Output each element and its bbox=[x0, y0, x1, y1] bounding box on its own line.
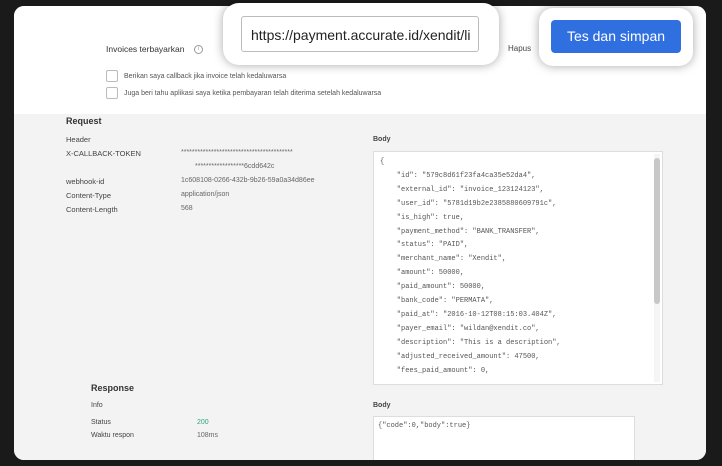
header-value: ****************************************… bbox=[181, 149, 293, 156]
header-key: webhook-id bbox=[66, 177, 105, 186]
request-title: Request bbox=[66, 116, 102, 126]
request-body-label: Body bbox=[373, 136, 391, 143]
header-value: 1c608108-0266-432b-9b26-59a0a34d86ee bbox=[181, 177, 315, 184]
callback-url-input[interactable]: https://payment.accurate.id/xendit/li bbox=[241, 16, 479, 52]
request-body-scrollbar[interactable] bbox=[654, 154, 660, 382]
header-key: X-CALLBACK-TOKEN bbox=[66, 149, 141, 158]
paid-after-expiry-checkbox-row[interactable]: Juga beri tahu aplikasi saya ketika pemb… bbox=[106, 87, 381, 99]
delete-link[interactable]: Hapus bbox=[508, 44, 531, 53]
response-time-key: Waktu respon bbox=[91, 432, 134, 439]
response-body-text: {"code":0,"body":true} bbox=[378, 422, 471, 430]
header-key: Content-Type bbox=[66, 191, 112, 200]
status-key: Status bbox=[91, 419, 111, 426]
invoices-paid-label: Invoices terbayarkan bbox=[106, 44, 185, 54]
response-body-code[interactable]: {"code":0,"body":true} bbox=[373, 416, 635, 460]
header-value: 568 bbox=[181, 205, 193, 212]
header-label: Header bbox=[66, 135, 91, 144]
test-and-save-button[interactable]: Tes dan simpan bbox=[551, 20, 681, 53]
request-body-code[interactable]: { "id": "579c8d61f23fa4ca35e52da4", "ext… bbox=[373, 151, 663, 385]
request-body-text: { "id": "579c8d61f23fa4ca35e52da4", "ext… bbox=[380, 158, 561, 375]
response-body-label: Body bbox=[373, 402, 391, 409]
info-icon[interactable]: i bbox=[194, 45, 203, 54]
header-key: Content-Length bbox=[66, 205, 118, 214]
expired-callback-checkbox-row[interactable]: Berikan saya callback jika invoice telah… bbox=[106, 70, 286, 82]
response-title: Response bbox=[91, 383, 135, 393]
response-info-label: Info bbox=[91, 402, 103, 409]
status-value: 200 bbox=[197, 419, 209, 426]
callback-url-value: https://payment.accurate.id/xendit/li bbox=[251, 27, 471, 43]
response-time-value: 108ms bbox=[197, 432, 219, 439]
header-value-cont: ******************6cdd642c bbox=[195, 163, 275, 170]
save-button-callout: Tes dan simpan bbox=[539, 8, 693, 66]
header-value: application/json bbox=[181, 191, 230, 198]
scrollbar-thumb[interactable] bbox=[654, 158, 660, 304]
url-input-callout: https://payment.accurate.id/xendit/li bbox=[223, 3, 499, 65]
webhook-settings-panel: Invoices terbayarkan i Hapus Berikan say… bbox=[14, 6, 706, 460]
paid-after-expiry-label: Juga beri tahu aplikasi saya ketika pemb… bbox=[124, 89, 382, 97]
expired-callback-label: Berikan saya callback jika invoice telah… bbox=[124, 72, 287, 80]
expired-callback-checkbox[interactable] bbox=[106, 70, 118, 82]
paid-after-expiry-checkbox[interactable] bbox=[106, 87, 118, 99]
